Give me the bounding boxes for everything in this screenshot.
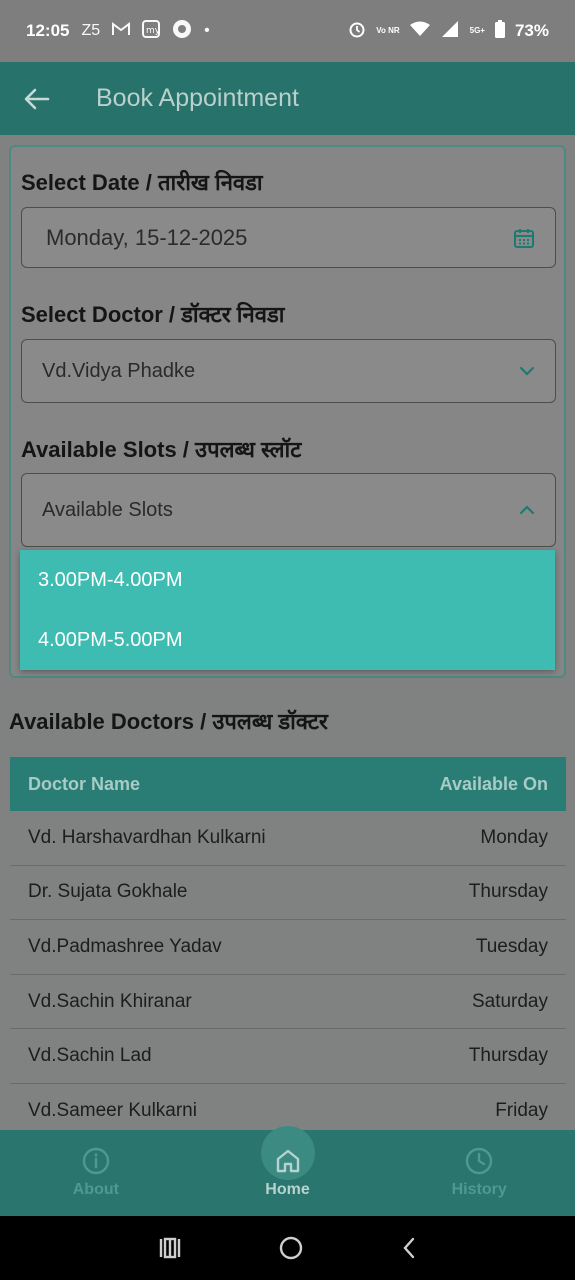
wifi-icon [409,21,430,41]
status-right: Vo NR 5G+ 73% [348,20,549,42]
column-doctor-name: Doctor Name [28,773,141,794]
battery-percent: 73% [514,21,549,40]
doctor-name: Vd.Sachin Khiranar [28,990,192,1012]
slots-dropdown-menu: 3.00PM-4.00PM 4.00PM-5.00PM [20,550,555,670]
slots-select[interactable]: Available Slots [21,473,556,547]
doctor-select[interactable]: Vd.Vidya Phadke [21,339,556,403]
fiveg-label: 5G+ [469,26,485,35]
doctor-name: Dr. Sujata Gokhale [28,881,188,903]
doctor-name: Vd. Harshavardhan Kulkarni [28,826,266,848]
table-row[interactable]: Dr. Sujata Gokhale Thursday [10,866,566,921]
date-field[interactable]: Monday, 15-12-2025 [21,207,556,268]
nav-home[interactable]: Home [192,1126,384,1216]
table-row[interactable]: Vd. Harshavardhan Kulkarni Monday [10,811,566,866]
doctor-label: Select Doctor / डॉक्टर निवडा [21,302,285,327]
more-notifications-dot-icon: • [204,22,210,39]
clock-icon [465,1147,493,1175]
slots-placeholder: Available Slots [42,498,173,521]
calendar-icon[interactable] [513,227,535,249]
doctor-day: Monday [480,826,548,848]
page-title: Book Appointment [96,84,299,112]
volte-label: Vo NR [376,26,400,35]
home-icon [276,1149,299,1173]
clock: 12:05 [26,21,70,40]
slots-label: Available Slots / उपलब्ध स्लॉट [21,437,302,462]
status-left: 12:05 Z5 my • [26,19,210,44]
info-icon [82,1147,110,1175]
arrow-left-icon [24,88,50,109]
available-doctors-title: Available Doctors / उपलब्ध डॉक्टर [9,709,328,734]
table-header: Doctor Name Available On [10,757,566,811]
gmail-icon [112,21,131,41]
column-available-on: Available On [439,773,548,794]
doctor-selected-value: Vd.Vidya Phadke [42,359,196,382]
doctor-day: Friday [495,1099,548,1121]
doctor-day: Tuesday [475,935,548,957]
doctor-day: Saturday [471,990,548,1012]
back-system-icon[interactable] [401,1236,417,1260]
my-app-icon: my [142,19,161,43]
nav-history[interactable]: History [383,1130,575,1216]
circle-app-icon [172,19,192,44]
doctor-day: Thursday [468,1045,548,1067]
nav-about-label: About [72,1181,119,1198]
status-bar: 12:05 Z5 my • Vo NR 5G+ 73% [0,0,575,62]
doctor-name: Vd.Padmashree Yadav [28,935,222,957]
recents-icon[interactable] [158,1237,182,1259]
table-row[interactable]: Vd.Sachin Khiranar Saturday [10,975,566,1030]
nav-home-label: Home [265,1181,310,1198]
table-row[interactable]: Vd.Padmashree Yadav Tuesday [10,920,566,975]
back-button[interactable] [0,62,74,135]
signal-icon [440,20,460,42]
svg-text:my: my [146,26,160,36]
nav-history-label: History [451,1181,507,1198]
slot-option[interactable]: 3.00PM-4.00PM [20,550,555,610]
z5-notification-icon: Z5 [81,22,101,39]
doctor-name: Vd.Sameer Kulkarni [28,1099,197,1121]
date-value: Monday, 15-12-2025 [46,224,248,250]
nav-about[interactable]: About [0,1130,192,1216]
app-bar: Book Appointment [0,62,575,135]
slot-option[interactable]: 4.00PM-5.00PM [20,610,555,670]
table-row[interactable]: Vd.Sachin Lad Thursday [10,1029,566,1084]
chevron-down-icon [519,366,535,376]
doctor-day: Thursday [468,881,548,903]
doctor-name: Vd.Sachin Lad [28,1045,152,1067]
bottom-navigation: About Home History [0,1126,575,1216]
date-label: Select Date / तारीख निवडा [21,170,263,195]
battery-icon [494,20,505,42]
alarm-icon [348,20,366,42]
home-system-icon[interactable] [278,1235,304,1261]
doctors-table: Doctor Name Available On Vd. Harshavardh… [10,757,566,1139]
system-navigation-bar [0,1216,575,1280]
chevron-up-icon [519,505,535,515]
